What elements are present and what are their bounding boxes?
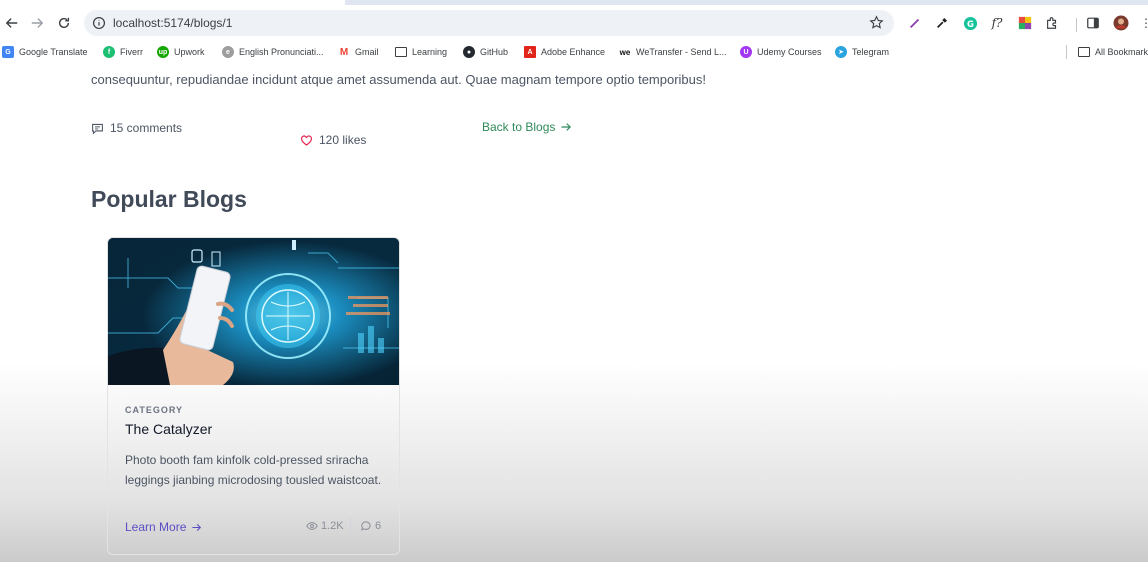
blog-card[interactable]: CATEGORY The Catalyzer Photo booth fam k…: [107, 237, 400, 555]
site-info-icon[interactable]: [92, 16, 106, 30]
blog-paragraph-tail: consequuntur, repudiandae incidunt atque…: [91, 72, 707, 87]
comment-bubble-icon: [361, 521, 371, 531]
all-bookmarks-label: All Bookmarks: [1095, 47, 1148, 57]
heart-icon[interactable]: [300, 134, 313, 147]
fonts-extension-icon[interactable]: f?: [989, 15, 1005, 31]
bookmark-gmail[interactable]: M Gmail: [338, 45, 379, 59]
bookmark-github[interactable]: ● GitHub: [463, 45, 508, 59]
github-icon: ●: [463, 46, 475, 58]
arrow-right-icon: [561, 123, 572, 131]
bookmark-google-translate[interactable]: G Google Translate: [2, 45, 88, 59]
telegram-icon: ➤: [835, 46, 847, 58]
bookmark-learning-folder[interactable]: Learning: [395, 45, 447, 59]
back-to-blogs-label: Back to Blogs: [482, 120, 556, 134]
all-bookmarks-button[interactable]: All Bookmarks: [1078, 45, 1148, 59]
profile-avatar-icon[interactable]: [1113, 15, 1129, 31]
bookmark-adobe-enhance[interactable]: A Adobe Enhance: [524, 45, 605, 59]
address-bar[interactable]: localhost:5174/blogs/1: [84, 10, 894, 36]
extensions-puzzle-icon[interactable]: [1044, 15, 1060, 31]
learn-more-link[interactable]: Learn More: [125, 520, 202, 534]
popular-blogs-heading: Popular Blogs: [91, 186, 247, 212]
url-text[interactable]: localhost:5174/blogs/1: [113, 16, 232, 30]
back-to-blogs-link[interactable]: Back to Blogs: [482, 120, 572, 134]
stats-divider: [350, 518, 351, 535]
wetransfer-icon: we: [619, 46, 631, 58]
eyedropper-extension-icon[interactable]: [934, 15, 950, 31]
bookmark-label: Upwork: [174, 47, 205, 57]
bookmark-wetransfer[interactable]: we WeTransfer - Send L...: [619, 45, 727, 59]
side-panel-icon[interactable]: [1085, 15, 1101, 31]
likes-count[interactable]: 120 likes: [300, 133, 366, 147]
grammarly-extension-icon[interactable]: G: [962, 15, 978, 31]
tech-hand-globe-image: [108, 238, 399, 385]
card-comments-count: 6: [360, 520, 381, 532]
colorful-extension-icon[interactable]: [1017, 15, 1033, 31]
bookmark-fiverr[interactable]: f Fiverr: [103, 45, 143, 59]
bookmark-label: Google Translate: [19, 47, 88, 57]
bookmark-label: English Pronunciati...: [239, 47, 324, 57]
bookmark-udemy[interactable]: U Udemy Courses: [740, 45, 822, 59]
toolbar-divider: [1076, 18, 1077, 32]
browser-toolbar: localhost:5174/blogs/1 G f? ⋮: [0, 5, 1148, 40]
bookmarks-divider: [1066, 45, 1067, 59]
bookmarks-bar: G Google Translate f Fiverr up Upwork e …: [0, 40, 1148, 64]
pronunciation-icon: e: [222, 46, 234, 58]
bookmark-label: Telegram: [852, 47, 890, 57]
svg-text:G: G: [967, 18, 974, 28]
back-arrow-icon[interactable]: [2, 13, 22, 33]
bookmark-label: Udemy Courses: [757, 47, 822, 57]
learn-more-label: Learn More: [125, 520, 187, 534]
pen-extension-icon[interactable]: [907, 15, 923, 31]
bookmark-label: Gmail: [355, 47, 379, 57]
browser-menu-icon[interactable]: ⋮: [1138, 15, 1148, 31]
card-description: Photo booth fam kinfolk cold-pressed sri…: [125, 453, 382, 487]
bookmark-label: WeTransfer - Send L...: [636, 47, 727, 57]
bookmark-telegram[interactable]: ➤ Telegram: [835, 45, 889, 59]
google-translate-icon: G: [2, 46, 14, 58]
bookmark-star-icon[interactable]: [869, 15, 884, 30]
bookmark-label: Fiverr: [120, 47, 143, 57]
bookmark-upwork[interactable]: up Upwork: [157, 45, 205, 59]
page-content: consequuntur, repudiandae incidunt atque…: [0, 64, 1148, 562]
views-count: 1.2K: [306, 520, 344, 532]
card-comments-label: 6: [375, 520, 382, 532]
upwork-icon: up: [157, 46, 169, 58]
card-title[interactable]: The Catalyzer: [125, 421, 212, 437]
fiverr-icon: f: [103, 46, 115, 58]
eye-icon: [306, 522, 318, 530]
folder-icon: [1078, 47, 1090, 57]
card-category: CATEGORY: [125, 405, 184, 415]
adobe-icon: A: [524, 46, 536, 58]
comment-icon: [92, 123, 103, 135]
reload-icon[interactable]: [54, 13, 74, 33]
folder-icon: [395, 47, 407, 57]
likes-label: 120 likes: [319, 133, 367, 147]
comments-count[interactable]: 15 comments: [91, 121, 182, 135]
gmail-icon: M: [338, 46, 350, 58]
blog-card-image[interactable]: [108, 238, 399, 385]
bookmark-label: GitHub: [480, 47, 509, 57]
comments-label: 15 comments: [110, 121, 183, 135]
views-label: 1.2K: [321, 520, 344, 532]
bookmark-label: Adobe Enhance: [541, 47, 606, 57]
udemy-icon: U: [740, 46, 752, 58]
bookmark-english-pronunciation[interactable]: e English Pronunciati...: [222, 45, 324, 59]
forward-arrow-icon[interactable]: [27, 13, 47, 33]
bookmark-label: Learning: [412, 47, 448, 57]
arrow-right-icon: [192, 523, 202, 531]
